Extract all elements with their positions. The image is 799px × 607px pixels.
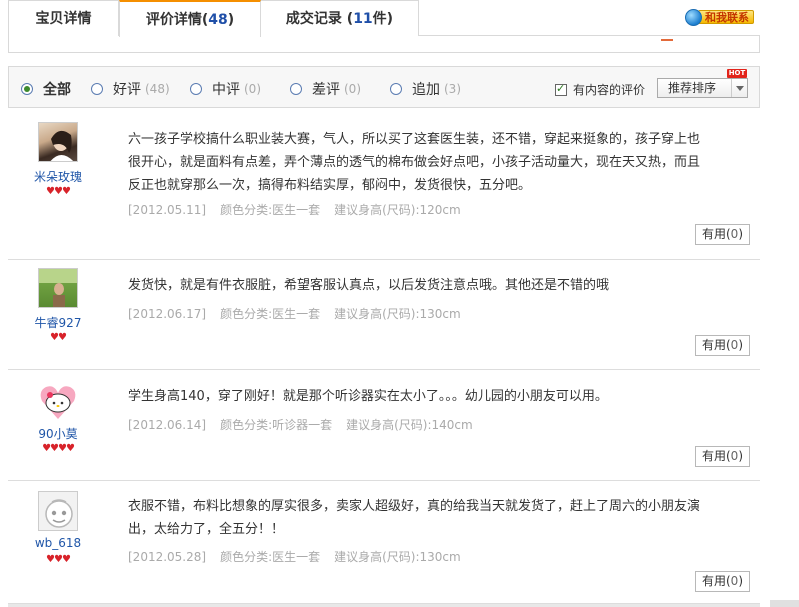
- filter-count: (0): [244, 82, 261, 96]
- review-size: 建议身高(尺码):130cm: [334, 307, 461, 321]
- radio-selected-icon[interactable]: [21, 83, 33, 95]
- review-username[interactable]: 牛睿927: [8, 314, 108, 331]
- tab-label: 宝贝详情: [35, 11, 92, 27]
- avatar[interactable]: [38, 122, 78, 162]
- default-avatar-icon: [45, 499, 73, 528]
- review-size: 建议身高(尺码):130cm: [334, 550, 461, 564]
- review-date: [2012.06.17]: [128, 307, 207, 321]
- review-color: 颜色分类:听诊器一套: [220, 418, 333, 432]
- filter-count: (3): [444, 82, 461, 96]
- review-username[interactable]: 90小莫: [8, 425, 108, 442]
- chat-icon: [685, 8, 702, 26]
- tab-label: 成交记录 (: [285, 11, 354, 27]
- filter-label: 好评: [113, 82, 141, 98]
- helpful-label-end: ): [738, 449, 743, 463]
- reputation-hearts-icon: ♥♥♥♥: [42, 443, 75, 454]
- helpful-label: 有用(: [701, 574, 731, 588]
- review-color: 颜色分类:医生一套: [220, 550, 321, 564]
- review-item: 90小莫 ♥♥♥♥ 学生身高140，穿了刚好！就是那个听诊器实在太小了。。。幼儿…: [8, 370, 760, 481]
- review-date: [2012.06.14]: [128, 418, 207, 432]
- filter-label: 中评: [212, 82, 240, 98]
- filter-label: 差评: [312, 82, 340, 98]
- tab-content-strip: [8, 36, 760, 53]
- review-meta: [2012.06.14] 颜色分类:听诊器一套 建议身高(尺码):140cm: [128, 416, 487, 433]
- review-item: wb_618 ♥♥♥ 衣服不错，布料比想象的厚实很多，卖家人超级好，真的给我当天…: [8, 481, 760, 604]
- user-photo-icon: [50, 130, 74, 161]
- chevron-down-icon[interactable]: [731, 79, 747, 97]
- filter-all[interactable]: 全部: [21, 79, 71, 99]
- filter-count: (0): [344, 82, 361, 96]
- tab-suffix: 件): [372, 11, 394, 27]
- helpful-button[interactable]: 有用(0): [695, 335, 750, 356]
- review-date: [2012.05.11]: [128, 203, 207, 217]
- review-item: 米朵玫瑰 ♥♥♥ 六一孩子学校搞什么职业装大赛，气人，所以买了这套医生装，还不错…: [8, 112, 760, 260]
- helpful-label: 有用(: [701, 449, 731, 463]
- filter-bad[interactable]: 差评 (0): [290, 79, 361, 99]
- review-meta: [2012.05.11] 颜色分类:医生一套 建议身高(尺码):120cm: [128, 201, 475, 218]
- tab-label: 评价详情(: [145, 12, 209, 28]
- avatar[interactable]: [38, 381, 78, 421]
- tab-count: 48: [208, 12, 228, 28]
- tab-count: 11: [353, 11, 373, 27]
- filter-label: 全部: [43, 82, 71, 98]
- reputation-hearts-icon: ♥♥♥: [46, 186, 71, 197]
- review-item: 牛睿927 ♥♥ 发货快，就是有件衣服脏，希望客服认真点，以后发货注意点哦。其他…: [8, 260, 760, 370]
- reputation-hearts-icon: ♥♥: [50, 332, 67, 343]
- radio-icon[interactable]: [91, 83, 103, 95]
- helpful-button[interactable]: 有用(0): [695, 571, 750, 592]
- helpful-label-end: ): [738, 227, 743, 241]
- review-meta: [2012.05.28] 颜色分类:医生一套 建议身高(尺码):130cm: [128, 548, 475, 565]
- hot-badge: HOT: [727, 69, 747, 78]
- review-username[interactable]: wb_618: [8, 536, 108, 550]
- filter-good[interactable]: 好评 (48): [91, 79, 170, 99]
- filter-label: 追加: [412, 82, 440, 98]
- helpful-button[interactable]: 有用(0): [695, 446, 750, 467]
- helpful-label-end: ): [738, 338, 743, 352]
- filter-append[interactable]: 追加 (3): [390, 79, 461, 99]
- review-username[interactable]: 米朵玫瑰: [8, 168, 108, 185]
- contact-label: 和我联系: [698, 10, 754, 24]
- review-meta: [2012.06.17] 颜色分类:医生一套 建议身高(尺码):130cm: [128, 305, 475, 322]
- filter-medium[interactable]: 中评 (0): [190, 79, 261, 99]
- review-size: 建议身高(尺码):140cm: [346, 418, 473, 432]
- review-size: 建议身高(尺码):120cm: [334, 203, 461, 217]
- review-date: [2012.05.28]: [128, 550, 207, 564]
- review-text: 学生身高140，穿了刚好！就是那个听诊器实在太小了。。。幼儿园的小朋友可以用。: [128, 389, 608, 404]
- tab-item-details[interactable]: 宝贝详情: [8, 0, 119, 36]
- tab-bar: 宝贝详情 评价详情(48) 成交记录 (11件) 和我联系: [8, 0, 760, 37]
- radio-icon[interactable]: [190, 83, 202, 95]
- radio-icon[interactable]: [290, 83, 302, 95]
- helpful-button[interactable]: 有用(0): [695, 224, 750, 245]
- sort-value: 推荐排序: [668, 81, 717, 95]
- review-color: 颜色分类:医生一套: [220, 307, 321, 321]
- checkbox-label: 有内容的评价: [573, 83, 646, 97]
- reputation-hearts-icon: ♥♥♥: [46, 554, 71, 565]
- scrollbar-thumb[interactable]: [770, 600, 799, 607]
- review-text: 六一孩子学校搞什么职业装大赛，气人，所以买了这套医生装，还不错，穿起来挺象的，孩…: [128, 132, 701, 193]
- with-content-checkbox[interactable]: 有内容的评价: [555, 81, 645, 98]
- sort-select[interactable]: 推荐排序: [657, 78, 748, 98]
- user-photo-icon: [39, 269, 77, 307]
- avatar[interactable]: [38, 268, 78, 308]
- helpful-label: 有用(: [701, 227, 731, 241]
- tab-reviews[interactable]: 评价详情(48): [119, 0, 261, 37]
- review-text: 衣服不错，布料比想象的厚实很多，卖家人超级好，真的给我当天就发货了，赶上了周六的…: [128, 499, 701, 537]
- tab-transactions[interactable]: 成交记录 (11件): [261, 0, 419, 36]
- tab-suffix: ): [227, 12, 235, 28]
- review-color: 颜色分类:医生一套: [220, 203, 321, 217]
- hello-kitty-icon: [40, 386, 76, 419]
- helpful-label: 有用(: [701, 338, 731, 352]
- filter-count: (48): [145, 82, 170, 96]
- review-text: 发货快，就是有件衣服脏，希望客服认真点，以后发货注意点哦。其他还是不错的哦: [128, 278, 610, 293]
- contact-seller-button[interactable]: 和我联系: [685, 8, 754, 26]
- checkbox-checked-icon[interactable]: [555, 82, 567, 96]
- avatar[interactable]: [38, 491, 78, 531]
- strip-marker: [661, 39, 673, 41]
- radio-icon[interactable]: [390, 83, 402, 95]
- helpful-label-end: ): [738, 574, 743, 588]
- review-filter-bar: 全部 好评 (48) 中评 (0) 差评 (0) 追加 (3) 有内容的评价 推…: [8, 66, 760, 108]
